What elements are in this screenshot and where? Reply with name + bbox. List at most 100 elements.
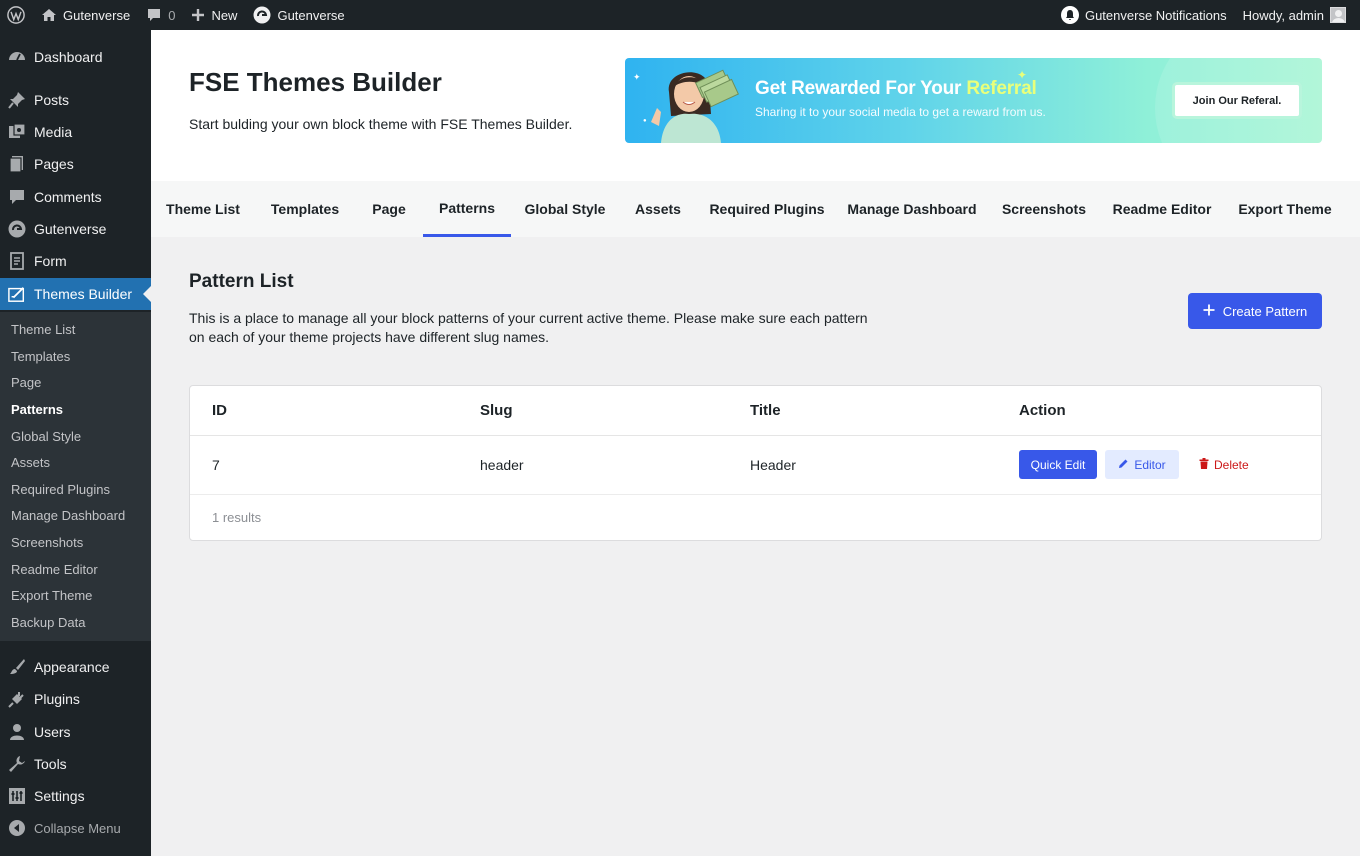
sidebar-item-label: Form: [34, 253, 67, 269]
new-label: New: [211, 7, 238, 23]
sidebar-item-appearance[interactable]: Appearance: [0, 651, 151, 683]
avatar: [1330, 7, 1346, 23]
tab-patterns[interactable]: Patterns: [423, 181, 511, 237]
sidebar-item-label: Users: [34, 724, 71, 740]
submenu-templates[interactable]: Templates: [11, 349, 70, 364]
sidebar-item-tools[interactable]: Tools: [0, 748, 151, 780]
banner-title: Get Rewarded For Your Referral: [755, 78, 1037, 99]
pencil-icon: [1118, 458, 1129, 472]
cell-slug: header: [480, 457, 524, 473]
home-icon: [41, 7, 57, 23]
collapse-menu-button[interactable]: Collapse Menu: [0, 812, 151, 844]
submenu-screenshots[interactable]: Screenshots: [11, 535, 83, 550]
editor-label: Editor: [1134, 457, 1166, 472]
banner-person-image: [651, 69, 739, 143]
submenu-manage-dashboard[interactable]: Manage Dashboard: [11, 508, 125, 523]
admin-bar: Gutenverse 0 New Gutenverse Gutenverse N…: [0, 0, 1360, 30]
dashboard-icon: [8, 48, 26, 66]
submenu-required-plugins[interactable]: Required Plugins: [11, 482, 110, 497]
page-icon: [8, 155, 26, 173]
sidebar-item-media[interactable]: Media: [0, 116, 151, 148]
submenu-assets[interactable]: Assets: [11, 455, 50, 470]
bell-icon: [1060, 6, 1079, 24]
sidebar-item-comments[interactable]: Comments: [0, 181, 151, 213]
create-pattern-label: Create Pattern: [1222, 303, 1308, 319]
tab-export-theme[interactable]: Export Theme: [1223, 181, 1347, 237]
submenu-global-style[interactable]: Global Style: [11, 429, 81, 444]
site-name-link[interactable]: Gutenverse: [33, 0, 138, 30]
tab-global-style[interactable]: Global Style: [511, 181, 619, 237]
sidebar-item-posts[interactable]: Posts: [0, 84, 151, 116]
gutenverse-label: Gutenverse: [277, 7, 345, 23]
wordpress-logo-icon[interactable]: [0, 0, 33, 30]
create-pattern-button[interactable]: Create Pattern: [1188, 293, 1322, 329]
tab-templates[interactable]: Templates: [255, 181, 355, 237]
delete-button[interactable]: Delete: [1199, 450, 1249, 479]
page-title: FSE Themes Builder: [189, 67, 442, 97]
gutenverse-link[interactable]: Gutenverse: [245, 0, 352, 30]
plus-icon: [1203, 304, 1215, 319]
submenu-page[interactable]: Page: [11, 375, 41, 390]
submenu-backup-data[interactable]: Backup Data: [11, 615, 85, 630]
sidebar-item-label: Plugins: [34, 691, 80, 707]
plug-icon: [8, 690, 26, 708]
sidebar-item-label: Tools: [34, 756, 67, 772]
submenu-readme-editor[interactable]: Readme Editor: [11, 562, 98, 577]
wrench-icon: [8, 755, 26, 773]
themes-builder-submenu: Theme List Templates Page Patterns Globa…: [0, 312, 151, 641]
sidebar-item-dashboard[interactable]: Dashboard: [0, 41, 151, 73]
editor-button[interactable]: Editor: [1105, 450, 1179, 479]
submenu-theme-list[interactable]: Theme List: [11, 322, 75, 337]
sidebar-item-form[interactable]: Form: [0, 245, 151, 277]
delete-label: Delete: [1214, 457, 1249, 472]
account-menu[interactable]: Howdy, admin: [1235, 0, 1354, 30]
sidebar-item-label: Collapse Menu: [34, 820, 121, 836]
column-header-id: ID: [212, 402, 227, 419]
tab-screenshots[interactable]: Screenshots: [987, 181, 1101, 237]
sidebar-item-pages[interactable]: Pages: [0, 148, 151, 180]
referral-banner[interactable]: ✦ ● ✦ Get Rewarded For Your Referral Sha…: [625, 58, 1322, 143]
new-content-link[interactable]: New: [183, 0, 245, 30]
page-subtitle: Start bulding your own block theme with …: [189, 116, 573, 132]
quick-edit-button[interactable]: Quick Edit: [1019, 450, 1097, 479]
tab-manage-dashboard[interactable]: Manage Dashboard: [837, 181, 987, 237]
page-header: FSE Themes Builder Start bulding your ow…: [151, 30, 1360, 181]
sidebar-item-plugins[interactable]: Plugins: [0, 683, 151, 715]
sidebar-item-label: Posts: [34, 92, 70, 108]
pin-icon: [8, 91, 26, 109]
tab-required-plugins[interactable]: Required Plugins: [697, 181, 837, 237]
sidebar-item-settings[interactable]: Settings: [0, 780, 151, 812]
comment-bubble-icon: [146, 7, 162, 23]
pattern-table: ID Slug Title Action 7 header Header Qui…: [189, 385, 1322, 541]
gutenverse-logo-icon: [253, 6, 271, 24]
sidebar-item-label: Dashboard: [34, 49, 103, 65]
notifications-link[interactable]: Gutenverse Notifications: [1053, 0, 1235, 30]
sidebar-item-label: Appearance: [34, 659, 110, 675]
notifications-label: Gutenverse Notifications: [1084, 7, 1227, 23]
tab-assets[interactable]: Assets: [619, 181, 697, 237]
sidebar-item-gutenverse[interactable]: Gutenverse: [0, 213, 151, 245]
settings-icon: [8, 787, 26, 805]
sidebar-item-label: Gutenverse: [34, 221, 107, 237]
sidebar-item-label: Pages: [34, 156, 74, 172]
submenu-patterns[interactable]: Patterns: [11, 402, 63, 417]
tab-page[interactable]: Page: [355, 181, 423, 237]
sidebar-item-users[interactable]: Users: [0, 716, 151, 748]
join-referral-button[interactable]: Join Our Referal.: [1172, 82, 1302, 119]
sidebar-item-themes-builder[interactable]: Themes Builder: [0, 278, 151, 310]
sidebar-item-label: Themes Builder: [34, 286, 133, 302]
submenu-export-theme[interactable]: Export Theme: [11, 588, 92, 603]
admin-sidebar: Dashboard Posts Media Pages Comments Gut…: [0, 30, 151, 856]
trash-icon: [1199, 457, 1209, 472]
sidebar-item-label: Settings: [34, 788, 85, 804]
plus-icon: [191, 8, 205, 22]
site-name: Gutenverse: [63, 7, 131, 23]
form-icon: [8, 252, 26, 270]
cell-id: 7: [212, 457, 220, 473]
tab-readme-editor[interactable]: Readme Editor: [1101, 181, 1223, 237]
tab-theme-list[interactable]: Theme List: [151, 181, 255, 237]
comments-link[interactable]: 0: [138, 0, 183, 30]
section-description: This is a place to manage all your block…: [189, 310, 868, 345]
themes-builder-icon: [8, 285, 26, 303]
sparkle-icon: ✦: [633, 72, 641, 82]
